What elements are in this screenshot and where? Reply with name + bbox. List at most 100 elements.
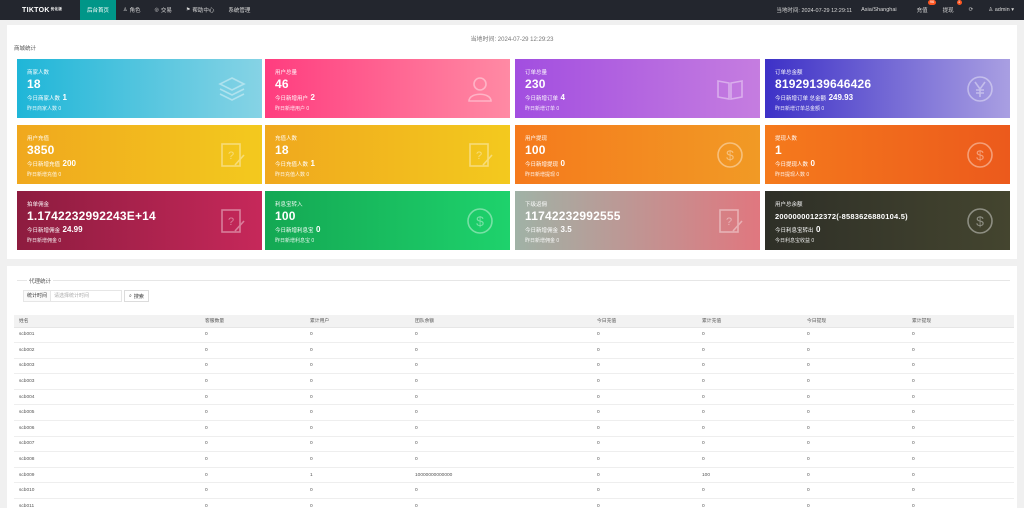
- table-row[interactable]: scb007 0 0 0 0 0 0 0: [14, 436, 1014, 453]
- nav-item[interactable]: ♙ 角色: [116, 0, 148, 20]
- svg-text:?: ?: [726, 216, 732, 228]
- card-value: 81929139646426: [775, 77, 872, 91]
- table-row[interactable]: scb003 0 0 0 0 0 0 0: [14, 358, 1014, 375]
- table-row[interactable]: scb001 0 0 0 0 0 0 0: [14, 327, 1014, 344]
- table-cell: scb010: [14, 482, 200, 500]
- table-row[interactable]: scb002 0 0 0 0 0 0 0: [14, 342, 1014, 359]
- table-cell: 0: [697, 327, 802, 344]
- table-cell: scb011: [14, 498, 200, 508]
- table-cell: 0: [592, 451, 697, 468]
- table-cell: 0: [802, 342, 907, 359]
- nav-item-label: 系统管理: [228, 8, 251, 14]
- column-header: 累计提现: [907, 315, 1014, 328]
- card-yesterday: 昨日新增订单 0: [525, 106, 560, 112]
- card-title: 订单总量: [525, 70, 548, 76]
- table-row[interactable]: scb010 0 0 0 0 0 0 0: [14, 482, 1014, 500]
- table-row[interactable]: scb006 0 0 0 0 0 0 0: [14, 420, 1014, 437]
- table-cell: 0: [802, 327, 907, 344]
- column-header: 姓名: [14, 315, 200, 328]
- card-today: 今日利息宝转出 0: [775, 225, 821, 234]
- column-header: 今日充值: [592, 315, 697, 328]
- table-cell: 0: [592, 404, 697, 422]
- withdraw-badge: 1: [956, 0, 962, 5]
- brand-logo[interactable]: TIKTOK优化版: [0, 7, 80, 14]
- refresh-icon[interactable]: ⟳: [969, 7, 974, 13]
- table-cell: 0: [305, 482, 410, 500]
- note-icon: ?: [221, 209, 245, 233]
- recharge-link[interactable]: 充值 96: [917, 0, 936, 14]
- note-icon: ?: [221, 143, 245, 167]
- user-icon: ♙: [123, 7, 128, 13]
- table-cell: 0: [802, 404, 907, 422]
- card-today: 今日商家人数 1: [27, 93, 67, 102]
- nav-item[interactable]: 系统管理: [221, 0, 257, 20]
- card-today-value: 0: [316, 225, 321, 234]
- card-title: 商家人数: [27, 70, 50, 76]
- nav-item-label: 后台首页: [87, 8, 110, 14]
- search-button[interactable]: ⌕ 搜索: [124, 290, 149, 302]
- card-yesterday: 昨日新增订单总金额 0: [775, 106, 825, 112]
- table-cell: 0: [200, 358, 305, 375]
- svg-text:$: $: [476, 213, 484, 229]
- card-title: 下级返佣: [525, 202, 548, 208]
- table-cell: 0: [697, 451, 802, 468]
- withdraw-link[interactable]: 提现 1: [943, 0, 962, 14]
- card-value: 100: [525, 143, 546, 157]
- table-row[interactable]: scb009 0 1 10000000000000 0 100 0 0: [14, 467, 1014, 484]
- card-today: 今日新增订单 总金额 249.93: [775, 93, 853, 102]
- table-cell: 0: [802, 389, 907, 406]
- nav-item[interactable]: ⚑ 帮助中心: [179, 0, 222, 20]
- table-cell: 0: [592, 342, 697, 359]
- stat-card: 商家人数 18 今日商家人数 1 昨日商家人数 0: [17, 59, 262, 118]
- nav-item[interactable]: 后台首页: [80, 0, 117, 20]
- table-row[interactable]: scb008 0 0 0 0 0 0 0: [14, 451, 1014, 468]
- note-icon: ?: [469, 143, 493, 167]
- card-value: 1.1742232992243E+14: [27, 209, 156, 223]
- stat-card: 用户总余额 20000000122372(-8583626880104.5) 今日利…: [765, 191, 1010, 250]
- table-cell: 0: [410, 342, 592, 359]
- card-today: 今日新增利息宝 0: [275, 225, 321, 234]
- table-row[interactable]: scb005 0 0 0 0 0 0 0: [14, 404, 1014, 422]
- dollar-icon: $: [967, 142, 993, 168]
- column-header: 累计充值: [697, 315, 802, 328]
- card-yesterday: 昨日商家人数 0: [27, 106, 62, 112]
- card-today-label: 今日新增提现: [525, 162, 559, 168]
- user-menu[interactable]: ♙ admin ▾: [988, 7, 1014, 13]
- table-cell: 0: [907, 342, 1014, 359]
- nav-item[interactable]: ◎ 交易: [148, 0, 179, 20]
- card-today-label: 今日新增订单 总金额: [775, 96, 827, 102]
- card-title: 用户充值: [27, 136, 50, 142]
- top-navbar: TIKTOK优化版 后台首页 ♙ 角色 ◎ 交易 ⚑ 帮助中心 系统管理 当地时间: 2024…: [0, 0, 1024, 20]
- svg-text:?: ?: [476, 150, 482, 162]
- table-row[interactable]: scb004 0 0 0 0 0 0 0: [14, 389, 1014, 406]
- card-today: 今日新增佣金 24.99: [27, 225, 83, 234]
- table-cell: 0: [592, 358, 697, 375]
- table-cell: 0: [410, 498, 592, 508]
- agent-table: 姓名 客服数量 累计用户 团队余额 今日充值 累计充值 今日提现 累计提现 scb001 0 0 0…: [14, 315, 1014, 508]
- table-cell: 0: [200, 373, 305, 390]
- table-cell: 0: [305, 358, 410, 375]
- card-today-label: 今日提现人数: [775, 162, 809, 168]
- stat-card: 拍单佣金 1.1742232992243E+14 今日新增佣金 24.99 昨日新增佣…: [17, 191, 262, 250]
- table-cell: 0: [907, 498, 1014, 508]
- stat-card: 用户提现 100 今日新增提现 0 昨日新增提现 0 $: [515, 125, 760, 184]
- table-cell: 0: [907, 358, 1014, 375]
- table-row[interactable]: scb003 0 0 0 0 0 0 0: [14, 373, 1014, 390]
- card-today-value: 249.93: [828, 93, 854, 102]
- table-cell: 0: [305, 404, 410, 422]
- table-cell: 0: [410, 482, 592, 500]
- table-cell: 0: [305, 389, 410, 406]
- date-input[interactable]: 请选择统计时间: [51, 290, 123, 302]
- table-cell: 0: [592, 467, 697, 484]
- column-header: 今日提现: [802, 315, 907, 328]
- server-time: 当地时间: 2024-07-29 12:29:11: [776, 8, 853, 14]
- table-cell: 0: [592, 389, 697, 406]
- table-cell: 0: [802, 436, 907, 453]
- dollar-icon: $: [717, 142, 743, 168]
- table-cell: 0: [200, 389, 305, 406]
- brand-version: 优化版: [50, 6, 63, 11]
- table-cell: 0: [697, 420, 802, 437]
- table-cell: 0: [592, 498, 697, 508]
- table-cell: 0: [697, 436, 802, 453]
- table-row[interactable]: scb011 0 0 0 0 0 0 0: [14, 498, 1014, 508]
